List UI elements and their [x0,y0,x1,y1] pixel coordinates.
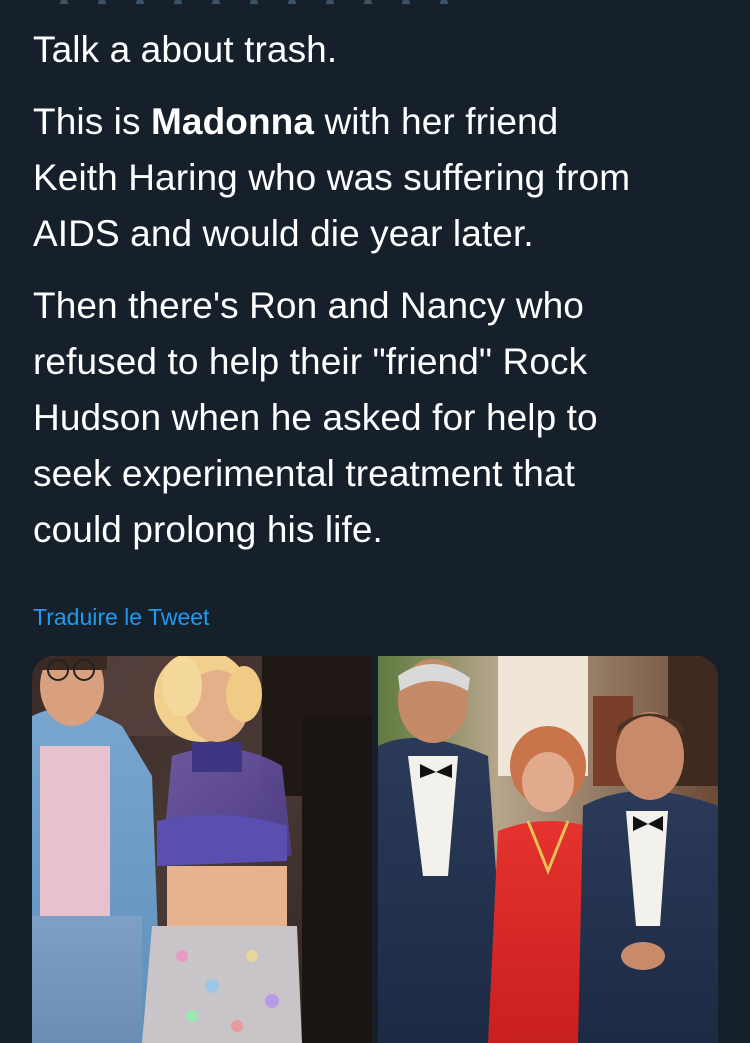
tweet-paragraph-1: Talk a about trash. [33,29,338,70]
tweet-photo-reagans-hudson[interactable] [378,656,718,1043]
photo-reagans-hudson-image [378,656,718,1043]
tweet-text: Talk a about trash. This is Madonna with… [33,22,733,558]
tweet-media-grid [32,656,718,1043]
tweet-paragraph-2: This is Madonna with her friend Keith Ha… [33,101,631,254]
tweet-paragraph-3: Then there's Ron and Nancy who refused t… [33,285,598,550]
tweet-photo-madonna-haring[interactable] [32,656,372,1043]
bold-name-madonna: Madonna [150,101,315,142]
photo-madonna-haring-image [32,656,372,1043]
translate-tweet-link[interactable]: Traduire le Tweet [33,604,209,631]
clipped-previous-line [60,0,480,4]
